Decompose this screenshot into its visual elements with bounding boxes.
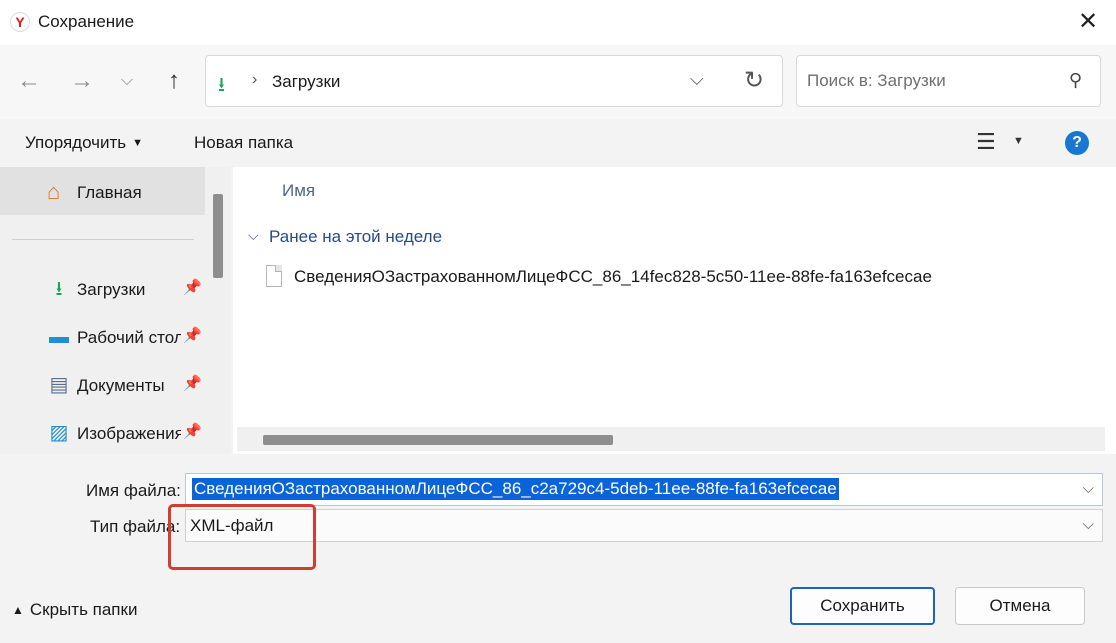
sidebar-item-desktop[interactable]: ▬ Рабочий стол 📌 bbox=[0, 316, 205, 360]
title-bar: Y Сохранение ✕ bbox=[0, 0, 1116, 45]
navigation-pane: ⌂ Главная ⭳ Загрузки 📌 ▬ Рабочий стол 📌 … bbox=[0, 167, 207, 454]
cancel-button[interactable]: Отмена bbox=[955, 587, 1085, 625]
organize-menu-button[interactable]: Упорядочить ▼ bbox=[25, 133, 143, 153]
sidebar-item-label: Изображения bbox=[77, 424, 181, 443]
navigation-bar: ← → ⌵ ↑ ⭳ › Загрузки ⌵ ↻ ⚲ bbox=[0, 45, 1116, 119]
sidebar-item-home[interactable]: ⌂ Главная bbox=[0, 167, 205, 215]
breadcrumb-downloads[interactable]: Загрузки bbox=[272, 72, 340, 92]
sidebar-item-documents[interactable]: ▤ Документы 📌 bbox=[0, 364, 205, 408]
search-input[interactable] bbox=[807, 71, 1047, 91]
xml-file-icon bbox=[266, 265, 282, 287]
sidebar-item-pictures[interactable]: ▨ Изображения 📌 bbox=[0, 412, 205, 454]
downloads-icon: ⭳ bbox=[218, 74, 225, 96]
back-arrow-icon[interactable]: ← bbox=[12, 64, 46, 98]
group-header-earlier-this-week[interactable]: Ранее на этой неделе bbox=[269, 227, 442, 247]
save-button[interactable]: Сохранить bbox=[790, 587, 935, 625]
help-icon[interactable]: ? bbox=[1065, 131, 1089, 155]
filetype-dropdown-icon[interactable]: ⌵ bbox=[1083, 516, 1094, 533]
hide-folders-label: Скрыть папки bbox=[29, 600, 138, 619]
caret-down-icon: ▼ bbox=[132, 137, 144, 149]
yandex-browser-logo-icon: Y bbox=[10, 12, 30, 32]
sidebar-scroll-thumb[interactable] bbox=[213, 194, 223, 278]
sidebar-item-label: Загрузки bbox=[77, 280, 146, 299]
new-folder-button[interactable]: Новая папка bbox=[194, 133, 293, 153]
filetype-label: Тип файла: bbox=[90, 517, 181, 536]
recent-locations-chevron-icon[interactable]: ⌵ bbox=[110, 64, 144, 98]
filename-field[interactable]: СведенияОЗастрахованномЛицеФСС_86_c2a729… bbox=[185, 473, 1103, 506]
breadcrumb-separator-icon[interactable]: › bbox=[252, 71, 257, 89]
address-bar[interactable]: ⭳ › Загрузки ⌵ ↻ bbox=[205, 55, 783, 107]
list-item[interactable]: СведенияОЗастрахованномЛицеФСС_86_14fec8… bbox=[263, 263, 1103, 295]
sidebar-item-downloads[interactable]: ⭳ Загрузки 📌 bbox=[0, 268, 205, 312]
view-options-icon[interactable]: ☰ bbox=[976, 129, 996, 155]
pin-icon[interactable]: 📌 bbox=[183, 326, 202, 344]
filetype-value: XML-файл bbox=[190, 516, 274, 535]
file-list-pane: Имя ⌵ Ранее на этой неделе СведенияОЗаст… bbox=[233, 167, 1116, 454]
pin-icon[interactable]: 📌 bbox=[183, 422, 202, 440]
up-arrow-icon[interactable]: ↑ bbox=[157, 64, 191, 98]
command-bar: Упорядочить ▼ Новая папка ☰ ▼ ? bbox=[0, 119, 1116, 167]
file-name: СведенияОЗастрахованномЛицеФСС_86_14fec8… bbox=[294, 267, 932, 286]
horizontal-scrollbar[interactable] bbox=[237, 427, 1105, 451]
pictures-icon: ▨ bbox=[49, 422, 69, 444]
sidebar-item-label: Документы bbox=[77, 376, 165, 395]
chevron-up-icon: ▲ bbox=[12, 603, 24, 617]
sidebar-scrollbar[interactable] bbox=[207, 167, 231, 454]
refresh-icon[interactable]: ↻ bbox=[744, 66, 764, 95]
home-icon: ⌂ bbox=[47, 179, 61, 204]
filename-value[interactable]: СведенияОЗастрахованномЛицеФСС_86_c2a729… bbox=[192, 478, 839, 500]
hide-folders-button[interactable]: ▲ Скрыть папки bbox=[12, 600, 137, 620]
pin-icon[interactable]: 📌 bbox=[183, 374, 202, 392]
sidebar-item-label: Главная bbox=[77, 183, 142, 202]
column-header-name[interactable]: Имя bbox=[282, 181, 315, 201]
search-box[interactable]: ⚲ bbox=[796, 55, 1101, 107]
download-icon: ⭳ bbox=[55, 278, 63, 300]
sidebar-item-label: Рабочий стол bbox=[77, 328, 181, 347]
address-dropdown-icon[interactable]: ⌵ bbox=[690, 69, 704, 90]
pin-icon[interactable]: 📌 bbox=[183, 278, 202, 296]
forward-arrow-icon[interactable]: → bbox=[65, 64, 99, 98]
documents-icon: ▤ bbox=[49, 374, 69, 396]
view-options-caret-icon[interactable]: ▼ bbox=[1013, 135, 1024, 147]
filename-dropdown-icon[interactable]: ⌵ bbox=[1083, 480, 1094, 497]
group-collapse-chevron-icon[interactable]: ⌵ bbox=[248, 227, 259, 244]
save-form: Имя файла: СведенияОЗастрахованномЛицеФС… bbox=[0, 454, 1116, 643]
filename-label: Имя файла: bbox=[86, 481, 181, 500]
organize-label: Упорядочить bbox=[25, 133, 127, 152]
window-title: Сохранение bbox=[38, 12, 135, 31]
horizontal-scroll-thumb[interactable] bbox=[263, 435, 613, 445]
sidebar-divider bbox=[12, 239, 194, 240]
search-icon[interactable]: ⚲ bbox=[1069, 70, 1082, 91]
desktop-icon: ▬ bbox=[49, 326, 69, 348]
filetype-select[interactable]: XML-файл ⌵ bbox=[185, 509, 1103, 542]
close-button[interactable]: ✕ bbox=[1074, 8, 1102, 36]
